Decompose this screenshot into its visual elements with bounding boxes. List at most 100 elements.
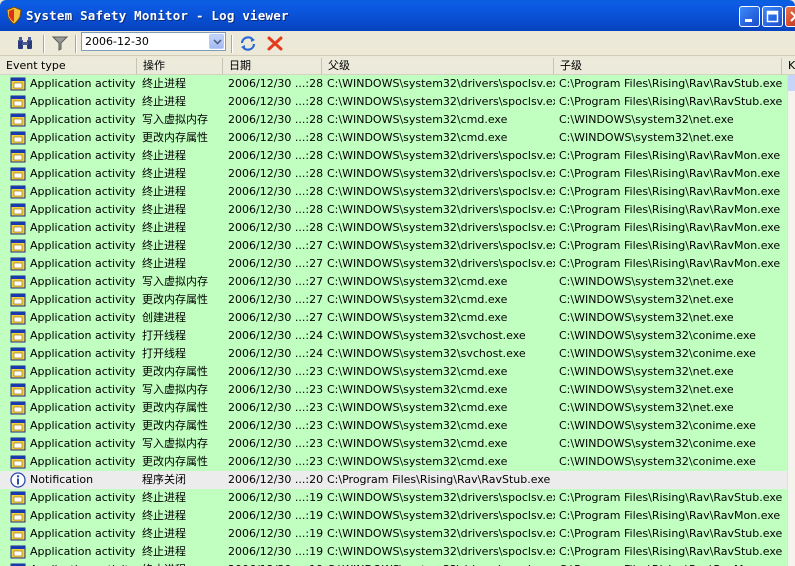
cell-child: C:\WINDOWS\system32\conime.exe xyxy=(559,455,756,468)
cell-date: 2006/12/30 ...:28 xyxy=(228,203,324,216)
cell-child: C:\Program Files\Rising\Rav\RavStub.exe xyxy=(559,545,783,558)
yellow-window-icon xyxy=(10,113,26,127)
cell-event-type: Application activity xyxy=(30,293,136,306)
cell-date: 2006/12/30 ...:28 xyxy=(228,167,324,180)
yellow-window-icon xyxy=(10,383,26,397)
cell-date: 2006/12/30 ...:27 xyxy=(228,275,324,288)
table-row[interactable]: Application activity 更改内存属性 2006/12/30 ...… xyxy=(0,399,787,417)
table-row[interactable]: Application activity 终止进程 2006/12/30 ...:1… xyxy=(0,489,787,507)
table-row[interactable]: Application activity 终止进程 2006/12/30 ...:1… xyxy=(0,561,787,566)
close-icon xyxy=(790,11,795,22)
cell-child xyxy=(559,471,787,489)
log-list[interactable]: Event type 操作 日期 父级 子级 K Application act… xyxy=(0,58,795,566)
table-row[interactable]: Application activity 更改内存属性 2006/12/30 ...… xyxy=(0,129,787,147)
date-select[interactable]: 2006-12-30 xyxy=(81,32,226,51)
yellow-window-icon xyxy=(10,437,26,451)
cell-parent: C:\WINDOWS\system32\drivers\spoclsv.exe xyxy=(327,239,555,252)
column-header-event-type[interactable]: Event type xyxy=(0,58,137,74)
cell-parent: C:\WINDOWS\system32\cmd.exe xyxy=(327,275,508,288)
date-select-dropdown-button[interactable] xyxy=(209,34,224,49)
cell-parent: C:\WINDOWS\system32\svchost.exe xyxy=(327,347,526,360)
table-row[interactable]: Application activity 写入虚拟内存 2006/12/30 ...… xyxy=(0,435,787,453)
yellow-window-icon xyxy=(10,365,26,379)
binoculars-icon[interactable] xyxy=(16,35,34,52)
yellow-window-icon xyxy=(10,257,26,271)
table-row[interactable]: Application activity 更改内存属性 2006/12/30 ...… xyxy=(0,363,787,381)
refresh-icon[interactable] xyxy=(239,35,257,52)
yellow-window-icon xyxy=(10,203,26,217)
table-row[interactable]: Application activity 打开线程 2006/12/30 ...:2… xyxy=(0,327,787,345)
close-button[interactable] xyxy=(785,6,795,27)
table-row[interactable]: Application activity 写入虚拟内存 2006/12/30 ...… xyxy=(0,381,787,399)
table-row[interactable]: Application activity 打开线程 2006/12/30 ...:2… xyxy=(0,345,787,363)
yellow-window-icon xyxy=(10,131,26,145)
cell-operation: 终止进程 xyxy=(142,561,224,566)
yellow-window-icon xyxy=(10,239,26,253)
cell-date: 2006/12/30 ...:23 xyxy=(228,455,324,468)
cell-event-type: Application activity xyxy=(30,113,136,126)
cell-date: 2006/12/30 ...:28 xyxy=(228,95,324,108)
cell-date: 2006/12/30 ...:27 xyxy=(228,293,324,306)
delete-icon[interactable] xyxy=(266,35,284,52)
cell-event-type: Application activity xyxy=(30,383,136,396)
table-row[interactable]: Application activity 终止进程 2006/12/30 ...:2… xyxy=(0,183,787,201)
table-row[interactable]: Application activity 终止进程 2006/12/30 ...:1… xyxy=(0,525,787,543)
cell-date: 2006/12/30 ...:28 xyxy=(228,185,324,198)
yellow-window-icon xyxy=(10,347,26,361)
table-row[interactable]: Application activity 更改内存属性 2006/12/30 ...… xyxy=(0,453,787,471)
cell-child: C:\WINDOWS\system32\net.exe xyxy=(559,275,734,288)
column-header-child[interactable]: 子级 xyxy=(554,58,782,74)
table-row[interactable]: Application activity 终止进程 2006/12/30 ...:2… xyxy=(0,237,787,255)
cell-child: C:\WINDOWS\system32\net.exe xyxy=(559,365,734,378)
table-row[interactable]: Application activity 终止进程 2006/12/30 ...:2… xyxy=(0,93,787,111)
table-row[interactable]: Application activity 终止进程 2006/12/30 ...:2… xyxy=(0,255,787,273)
cell-date: 2006/12/30 ...:19 xyxy=(228,545,324,558)
column-header-date[interactable]: 日期 xyxy=(223,58,322,74)
scroll-up-arrow[interactable] xyxy=(788,75,795,91)
table-row[interactable]: Application activity 更改内存属性 2006/12/30 ...… xyxy=(0,417,787,435)
cell-date: 2006/12/30 ...:23 xyxy=(228,383,324,396)
table-row[interactable]: Application activity 终止进程 2006/12/30 ...:2… xyxy=(0,219,787,237)
table-row[interactable]: Application activity 终止进程 2006/12/30 ...:2… xyxy=(0,165,787,183)
toolbar-separator xyxy=(43,35,45,53)
column-header-operation[interactable]: 操作 xyxy=(137,58,223,74)
cell-operation: 写入虚拟内存 xyxy=(142,383,208,396)
table-row[interactable]: Application activity 创建进程 2006/12/30 ...:2… xyxy=(0,309,787,327)
table-row[interactable]: Application activity 终止进程 2006/12/30 ...:1… xyxy=(0,543,787,561)
cell-event-type: Application activity xyxy=(30,365,136,378)
table-row[interactable]: Application activity 写入虚拟内存 2006/12/30 ...… xyxy=(0,273,787,291)
cell-operation: 更改内存属性 xyxy=(142,455,208,468)
table-row[interactable]: Application activity 写入虚拟内存 2006/12/30 ...… xyxy=(0,111,787,129)
minimize-button[interactable] xyxy=(739,6,760,27)
cell-event-type: Application activity xyxy=(30,203,136,216)
toolbar-separator xyxy=(231,35,233,53)
cell-parent: C:\WINDOWS\system32\cmd.exe xyxy=(327,311,508,324)
title-bar: System Safety Monitor - Log viewer xyxy=(0,0,795,31)
column-header-parent[interactable]: 父级 xyxy=(322,58,554,74)
cell-parent: C:\WINDOWS\system32\drivers\spoclsv.exe xyxy=(327,561,555,566)
cell-parent: C:\WINDOWS\system32\cmd.exe xyxy=(327,437,508,450)
cell-event-type: Application activity xyxy=(30,437,136,450)
cell-parent: C:\WINDOWS\system32\drivers\spoclsv.exe xyxy=(327,491,555,504)
cell-parent: C:\WINDOWS\system32\drivers\spoclsv.exe xyxy=(327,95,555,108)
vertical-scrollbar[interactable] xyxy=(787,75,795,566)
cell-operation: 写入虚拟内存 xyxy=(142,275,208,288)
filter-icon[interactable] xyxy=(51,35,69,52)
table-row[interactable]: Application activity 更改内存属性 2006/12/30 ...… xyxy=(0,291,787,309)
cell-child: C:\WINDOWS\system32\conime.exe xyxy=(559,347,756,360)
table-row[interactable]: Application activity 终止进程 2006/12/30 ...:2… xyxy=(0,147,787,165)
yellow-window-icon xyxy=(10,275,26,289)
maximize-button[interactable] xyxy=(762,6,783,27)
table-row[interactable]: Notification 程序关闭 2006/12/30 ...:20 C:\Prog… xyxy=(0,471,787,489)
toolbar-separator xyxy=(75,35,77,53)
table-row[interactable]: Application activity 终止进程 2006/12/30 ...:2… xyxy=(0,201,787,219)
minimize-icon xyxy=(745,19,752,22)
table-row[interactable]: Application activity 终止进程 2006/12/30 ...:2… xyxy=(0,75,787,93)
yellow-window-icon xyxy=(10,419,26,433)
cell-child: C:\Program Files\Rising\Rav\RavMon.exe xyxy=(559,185,781,198)
table-row[interactable]: Application activity 终止进程 2006/12/30 ...:1… xyxy=(0,507,787,525)
cell-child: C:\Program Files\Rising\Rav\RavMon.exe xyxy=(559,509,781,522)
cell-event-type: Application activity xyxy=(30,275,136,288)
cell-date: 2006/12/30 ...:28 xyxy=(228,221,324,234)
column-header-k[interactable]: K xyxy=(782,58,795,74)
